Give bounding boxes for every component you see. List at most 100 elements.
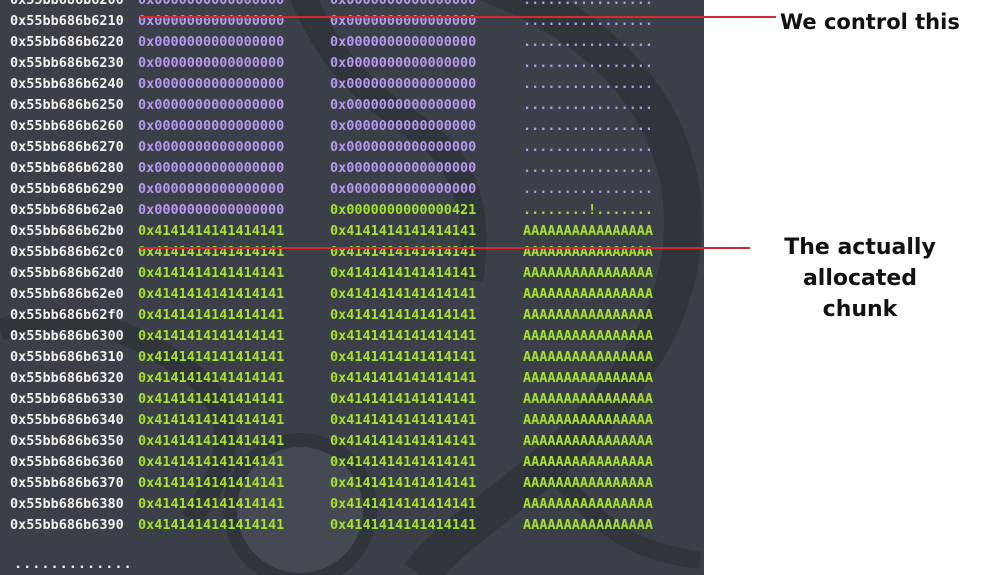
row-qword-1: 0x0000000000000000 xyxy=(138,34,285,50)
row-ascii: ................ xyxy=(523,76,654,92)
memory-row: 0x55bb686b6260 0x0000000000000000 0x000000… xyxy=(0,116,704,137)
memory-row: 0x55bb686b62b0 0x4141414141414141 0x414141… xyxy=(0,221,704,242)
row-address: 0x55bb686b6270 xyxy=(10,139,124,155)
row-qword-1: 0x4141414141414141 xyxy=(138,433,285,449)
row-qword-1: 0x4141414141414141 xyxy=(138,370,285,386)
row-qword-1: 0x0000000000000000 xyxy=(138,55,285,71)
memory-row: 0x55bb686b62f0 0x4141414141414141 0x414141… xyxy=(0,305,704,326)
row-ascii: ................ xyxy=(523,0,654,8)
row-address: 0x55bb686b6230 xyxy=(10,55,124,71)
row-qword-1: 0x4141414141414141 xyxy=(138,496,285,512)
row-address: 0x55bb686b6290 xyxy=(10,181,124,197)
memory-row: 0x55bb686b6350 0x4141414141414141 0x414141… xyxy=(0,431,704,452)
row-address: 0x55bb686b6250 xyxy=(10,97,124,113)
chunk-annotation-line: chunk xyxy=(822,297,898,322)
chunk-annotation-line: allocated xyxy=(802,266,918,291)
row-ascii: AAAAAAAAAAAAAAAA xyxy=(523,307,654,323)
row-qword-1: 0x0000000000000000 xyxy=(138,118,285,134)
row-qword-2: 0x4141414141414141 xyxy=(330,349,477,365)
row-qword-1: 0x0000000000000000 xyxy=(138,0,285,8)
row-ascii: ................ xyxy=(523,139,654,155)
row-ascii: AAAAAAAAAAAAAAAA xyxy=(523,349,654,365)
memory-row: 0x55bb686b6360 0x4141414141414141 0x414141… xyxy=(0,452,704,473)
memory-row: 0x55bb686b6270 0x0000000000000000 0x000000… xyxy=(0,137,704,158)
memory-row: 0x55bb686b6390 0x4141414141414141 0x414141… xyxy=(0,515,704,536)
row-qword-1: 0x4141414141414141 xyxy=(138,286,285,302)
row-ascii: AAAAAAAAAAAAAAAA xyxy=(523,412,654,428)
row-qword-1: 0x4141414141414141 xyxy=(138,454,285,470)
row-qword-2: 0x0000000000000000 xyxy=(330,97,477,113)
memory-row: 0x55bb686b6290 0x0000000000000000 0x000000… xyxy=(0,179,704,200)
row-qword-1: 0x4141414141414141 xyxy=(138,412,285,428)
control-annotation: We control this xyxy=(780,10,960,34)
row-ascii: ................ xyxy=(523,160,654,176)
control-pointer-line xyxy=(140,16,776,18)
row-qword-1: 0x4141414141414141 xyxy=(138,391,285,407)
row-qword-2: 0x4141414141414141 xyxy=(330,328,477,344)
row-address: 0x55bb686b6310 xyxy=(10,349,124,365)
row-qword-1: 0x4141414141414141 xyxy=(138,349,285,365)
row-ascii: ................ xyxy=(523,181,654,197)
row-qword-1: 0x0000000000000000 xyxy=(138,76,285,92)
row-address: 0x55bb686b62e0 xyxy=(10,286,124,302)
row-qword-1: 0x0000000000000000 xyxy=(138,13,285,29)
row-qword-2: 0x4141414141414141 xyxy=(330,244,477,260)
row-ascii: ................ xyxy=(523,55,654,71)
row-ascii: AAAAAAAAAAAAAAAA xyxy=(523,475,654,491)
row-qword-1: 0x4141414141414141 xyxy=(138,244,285,260)
row-ascii: ................ xyxy=(523,97,654,113)
row-qword-1: 0x0000000000000000 xyxy=(138,97,285,113)
row-address: 0x55bb686b62d0 xyxy=(10,265,124,281)
memory-row: 0x55bb686b6330 0x4141414141414141 0x414141… xyxy=(0,389,704,410)
row-address: 0x55bb686b62f0 xyxy=(10,307,124,323)
memory-row: 0x55bb686b6310 0x4141414141414141 0x414141… xyxy=(0,347,704,368)
row-address: 0x55bb686b6240 xyxy=(10,76,124,92)
chunk-annotation: The actually allocated chunk xyxy=(760,232,960,325)
memory-row: 0x55bb686b6210 0x0000000000000000 0x000000… xyxy=(0,11,704,32)
row-ascii: AAAAAAAAAAAAAAAA xyxy=(523,328,654,344)
row-address: 0x55bb686b62a0 xyxy=(10,202,124,218)
memory-row: 0x55bb686b6240 0x0000000000000000 0x000000… xyxy=(0,74,704,95)
row-ascii: AAAAAAAAAAAAAAAA xyxy=(523,265,654,281)
memory-row: 0x55bb686b62a0 0x0000000000000000 0x000000… xyxy=(0,200,704,221)
memory-row: 0x55bb686b6300 0x4141414141414141 0x414141… xyxy=(0,326,704,347)
row-address: 0x55bb686b6350 xyxy=(10,433,124,449)
memory-row: 0x55bb686b6370 0x4141414141414141 0x414141… xyxy=(0,473,704,494)
row-qword-2: 0x0000000000000000 xyxy=(330,139,477,155)
row-qword-2: 0x0000000000000000 xyxy=(330,160,477,176)
row-qword-2: 0x0000000000000000 xyxy=(330,181,477,197)
memory-row: 0x55bb686b62e0 0x4141414141414141 0x414141… xyxy=(0,284,704,305)
row-ascii: AAAAAAAAAAAAAAAA xyxy=(523,517,654,533)
truncated-output: ............. xyxy=(14,556,133,572)
row-ascii: AAAAAAAAAAAAAAAA xyxy=(523,244,654,260)
row-address: 0x55bb686b6210 xyxy=(10,13,124,29)
memory-row: 0x55bb686b62c0 0x4141414141414141 0x414141… xyxy=(0,242,704,263)
row-address: 0x55bb686b6220 xyxy=(10,34,124,50)
row-qword-2: 0x4141414141414141 xyxy=(330,286,477,302)
memory-row: 0x55bb686b6340 0x4141414141414141 0x414141… xyxy=(0,410,704,431)
row-qword-1: 0x4141414141414141 xyxy=(138,517,285,533)
row-qword-2: 0x4141414141414141 xyxy=(330,223,477,239)
memory-row: 0x55bb686b62d0 0x4141414141414141 0x414141… xyxy=(0,263,704,284)
row-address: 0x55bb686b6320 xyxy=(10,370,124,386)
row-address: 0x55bb686b6340 xyxy=(10,412,124,428)
row-ascii: ........!....... xyxy=(523,202,654,218)
row-address: 0x55bb686b6280 xyxy=(10,160,124,176)
row-qword-1: 0x4141414141414141 xyxy=(138,328,285,344)
memory-row: 0x55bb686b6380 0x4141414141414141 0x414141… xyxy=(0,494,704,515)
row-address: 0x55bb686b6380 xyxy=(10,496,124,512)
row-address: 0x55bb686b6390 xyxy=(10,517,124,533)
memory-dump: 0x55bb686b6200 0x0000000000000000 0x000000… xyxy=(0,0,704,536)
chunk-pointer-line xyxy=(140,247,750,249)
row-qword-1: 0x0000000000000000 xyxy=(138,202,285,218)
row-ascii: AAAAAAAAAAAAAAAA xyxy=(523,391,654,407)
row-ascii: AAAAAAAAAAAAAAAA xyxy=(523,454,654,470)
row-qword-2: 0x4141414141414141 xyxy=(330,433,477,449)
row-qword-1: 0x4141414141414141 xyxy=(138,307,285,323)
row-ascii: ................ xyxy=(523,118,654,134)
row-qword-2: 0x4141414141414141 xyxy=(330,517,477,533)
row-ascii: AAAAAAAAAAAAAAAA xyxy=(523,286,654,302)
memory-row: 0x55bb686b6220 0x0000000000000000 0x000000… xyxy=(0,32,704,53)
memory-row: 0x55bb686b6280 0x0000000000000000 0x000000… xyxy=(0,158,704,179)
row-ascii: AAAAAAAAAAAAAAAA xyxy=(523,370,654,386)
